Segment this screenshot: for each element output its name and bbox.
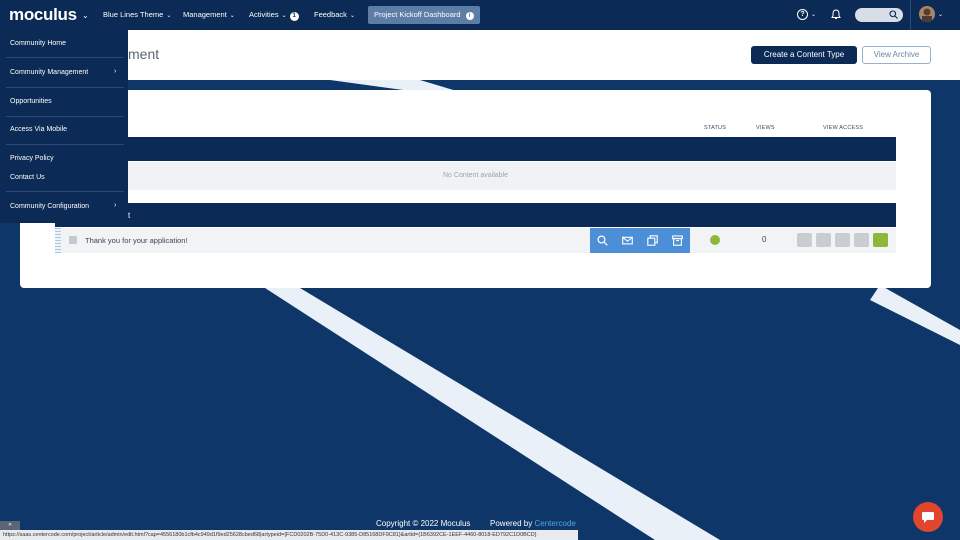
- copyright-text: Copyright © 2022 Moculus: [376, 519, 471, 528]
- menu-item-community-configuration[interactable]: Community Configuration: [10, 203, 89, 210]
- access-toggle[interactable]: [797, 233, 812, 247]
- view-archive-button[interactable]: View Archive: [862, 46, 931, 64]
- help-icon[interactable]: ?: [797, 9, 808, 20]
- menu-item-opportunities[interactable]: Opportunities: [10, 98, 52, 105]
- status-indicator: [710, 235, 720, 245]
- chevron-down-icon[interactable]: ⌄: [811, 11, 816, 18]
- chevron-right-icon: ›: [114, 202, 117, 209]
- menu-divider: [6, 191, 124, 192]
- create-content-type-button[interactable]: Create a Content Type: [751, 46, 857, 64]
- row-title[interactable]: Thank you for your application!: [85, 236, 188, 245]
- access-toggle[interactable]: [873, 233, 888, 247]
- chevron-down-icon: ⌄: [281, 13, 287, 19]
- menu-item-community-home[interactable]: Community Home: [10, 40, 66, 47]
- search-input[interactable]: [855, 8, 903, 22]
- nav-item-theme[interactable]: Blue Lines Theme ⌄: [103, 10, 171, 19]
- nav-divider: [910, 0, 911, 30]
- nav-item-activities[interactable]: Activities ⌄ 1: [249, 10, 299, 21]
- search-icon[interactable]: [597, 235, 608, 246]
- access-toggle[interactable]: [835, 233, 850, 247]
- menu-item-contact-us[interactable]: Contact Us: [10, 174, 45, 181]
- centercode-link[interactable]: Centercode: [534, 519, 575, 528]
- browser-status-bar: https://saas.centercode.com/project/arti…: [0, 530, 578, 540]
- community-menu: Community Home Community Management › Op…: [0, 30, 128, 223]
- menu-divider: [6, 57, 124, 58]
- menu-item-privacy-policy[interactable]: Privacy Policy: [10, 155, 54, 162]
- nav-item-management[interactable]: Management ⌄: [183, 10, 235, 19]
- tab-project-kickoff-dashboard[interactable]: Project Kickoff Dashboard i: [368, 6, 480, 24]
- column-header-status: STATUS: [704, 125, 727, 131]
- menu-divider: [6, 144, 124, 145]
- access-toggle[interactable]: [854, 233, 869, 247]
- chevron-down-icon[interactable]: ⌄: [82, 11, 89, 20]
- access-toggle[interactable]: [816, 233, 831, 247]
- column-header-views: VIEWS: [756, 125, 775, 131]
- menu-divider: [6, 87, 124, 88]
- powered-by: Powered by Centercode: [490, 519, 576, 528]
- chevron-down-icon: ⌄: [166, 13, 172, 19]
- search-icon: [889, 10, 898, 19]
- chevron-right-icon: ›: [114, 68, 117, 75]
- info-icon: i: [465, 12, 474, 20]
- column-header-view-access: VIEW ACCESS: [823, 125, 864, 131]
- menu-item-community-management[interactable]: Community Management: [10, 69, 88, 76]
- chat-button[interactable]: [913, 502, 943, 532]
- brand-logo[interactable]: moculus: [9, 5, 77, 25]
- top-navigation: moculus ⌄ Blue Lines Theme ⌄ Management ⌄ …: [0, 0, 960, 30]
- section-header[interactable]: [55, 203, 896, 227]
- menu-divider: [6, 116, 124, 117]
- views-count: 0: [762, 235, 767, 244]
- avatar[interactable]: [919, 6, 935, 22]
- chevron-down-icon: ⌄: [229, 13, 235, 19]
- empty-state: No Content available: [55, 162, 896, 190]
- chevron-down-icon[interactable]: ⌄: [938, 11, 943, 18]
- archive-icon[interactable]: [672, 235, 683, 246]
- bell-icon[interactable]: [831, 9, 841, 20]
- email-icon[interactable]: [622, 235, 633, 246]
- chevron-down-icon: ⌄: [349, 13, 355, 19]
- notification-badge: 1: [289, 12, 299, 21]
- article-icon: [69, 236, 77, 244]
- page-title: ment: [128, 46, 160, 62]
- copy-icon[interactable]: [647, 235, 658, 246]
- drag-handle[interactable]: [55, 228, 61, 253]
- collapse-sidebar-button[interactable]: «: [0, 521, 20, 530]
- section-title: t: [128, 211, 131, 220]
- chat-icon: [922, 512, 934, 523]
- section-header[interactable]: [55, 137, 896, 161]
- menu-item-access-via-mobile[interactable]: Access Via Mobile: [10, 126, 67, 133]
- nav-item-feedback[interactable]: Feedback ⌄: [314, 10, 355, 19]
